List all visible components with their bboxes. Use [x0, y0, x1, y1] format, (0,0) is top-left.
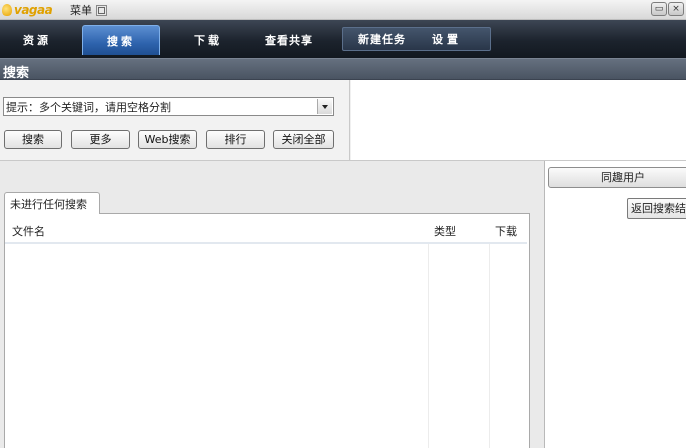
results-list[interactable]: 文件名 类型 下载 [4, 213, 530, 448]
column-type[interactable]: 类型 [434, 223, 456, 239]
search-input[interactable] [4, 98, 316, 115]
more-button[interactable]: 更多 [71, 130, 130, 149]
main-menu[interactable]: 菜单 [70, 2, 107, 18]
close-icon[interactable]: × [668, 2, 684, 16]
search-info-area [351, 80, 686, 160]
column-filename[interactable]: 文件名 [12, 223, 45, 239]
title-bar: vagaa 菜单 ▭ × [0, 0, 686, 20]
column-divider [489, 244, 490, 448]
search-result-tab[interactable]: 未进行任何搜索 [4, 192, 100, 214]
menu-label[interactable]: 菜单 [70, 2, 92, 18]
tab-download[interactable]: 下载 [186, 25, 230, 55]
logo-text: vagaa [14, 2, 53, 17]
web-search-button[interactable]: Web搜索 [138, 130, 197, 149]
column-divider [428, 244, 429, 448]
results-area: 未进行任何搜索 文件名 类型 下载 同趣用户 返回搜索结 [0, 160, 686, 448]
tab-view-share[interactable]: 查看共享 [258, 25, 320, 55]
chevron-down-icon[interactable] [317, 99, 332, 114]
similar-users-header[interactable]: 同趣用户 [548, 167, 686, 188]
close-all-button[interactable]: 关闭全部 [273, 130, 334, 149]
results-header: 文件名 类型 下载 [5, 214, 527, 244]
ranking-button[interactable]: 排行 [206, 130, 265, 149]
similar-users-panel: 同趣用户 返回搜索结 [544, 161, 686, 448]
app-logo: vagaa [2, 1, 53, 18]
window-controls: ▭ × [651, 2, 684, 16]
tab-new-task[interactable]: 新建任务 [355, 28, 409, 50]
back-to-results-button[interactable]: 返回搜索结 [627, 198, 686, 219]
tab-settings[interactable]: 设置 [429, 28, 465, 50]
menu-dropdown-icon[interactable] [96, 4, 107, 16]
search-panel: 搜索 更多 Web搜索 排行 关闭全部 [0, 80, 350, 160]
search-combo[interactable] [3, 97, 334, 116]
restore-icon[interactable]: ▭ [651, 2, 667, 16]
search-button[interactable]: 搜索 [4, 130, 62, 149]
nav-action-group: 新建任务 设置 [342, 27, 491, 51]
nav-bar: 资源 搜索 下载 查看共享 新建任务 设置 [0, 20, 686, 58]
section-title: 搜索 [3, 66, 30, 81]
column-download[interactable]: 下载 [495, 223, 517, 239]
logo-icon [2, 3, 12, 16]
tab-search[interactable]: 搜索 [82, 25, 160, 55]
section-header: 搜索 [0, 58, 686, 81]
tab-resources[interactable]: 资源 [14, 25, 60, 55]
